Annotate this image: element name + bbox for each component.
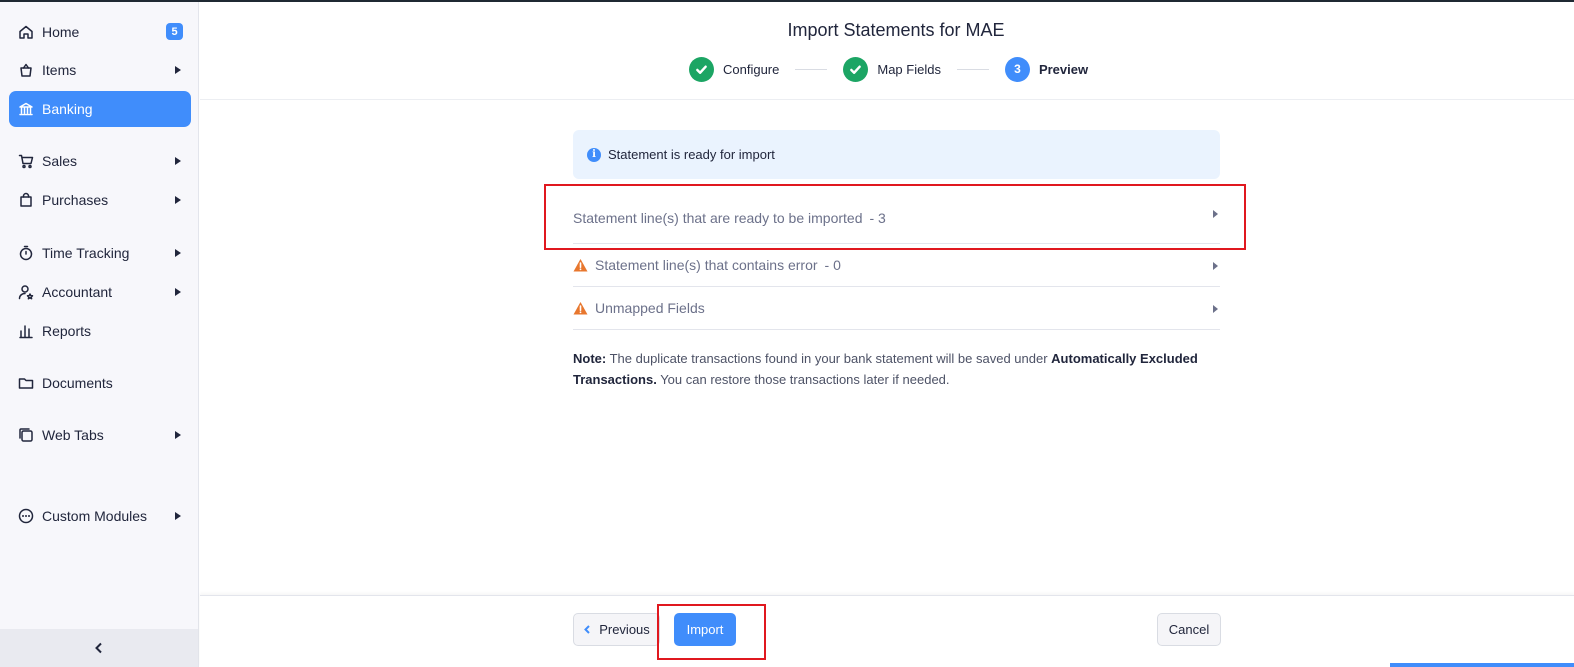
unmapped-fields-row[interactable]: Unmapped Fields (573, 287, 1220, 330)
import-label: Import (686, 622, 724, 637)
sidebar-item-label: Custom Modules (42, 508, 148, 524)
sidebar-item-label: Accountant (42, 284, 113, 300)
step-configure: Configure (689, 56, 780, 82)
error-lines-row[interactable]: Statement line(s) that contains error - … (573, 244, 1220, 287)
cancel-button[interactable]: Cancel (1157, 613, 1221, 646)
sidebar-item-time-tracking[interactable]: Time Tracking (9, 235, 191, 271)
row-count: - 3 (869, 210, 886, 226)
warning-icon (573, 259, 588, 272)
expand-arrow-icon[interactable] (175, 288, 181, 296)
step-preview: 3 Preview (1004, 56, 1089, 82)
ellipsis-circle-icon (18, 508, 34, 524)
sidebar-item-label: Purchases (42, 192, 109, 208)
expand-arrow-icon[interactable] (1213, 262, 1218, 270)
import-button[interactable]: Import (674, 613, 736, 646)
step-number: 3 (1004, 56, 1030, 82)
sidebar-item-label: Time Tracking (42, 245, 130, 261)
expand-arrow-icon[interactable] (175, 431, 181, 439)
basket-icon (18, 62, 34, 78)
step-map-fields: Map Fields (843, 56, 941, 82)
sidebar-item-label: Web Tabs (42, 427, 104, 443)
sidebar-item-sales[interactable]: Sales (9, 143, 191, 179)
row-label: Statement line(s) that are ready to be i… (573, 210, 863, 226)
sidebar-item-label: Reports (42, 323, 92, 339)
sidebar-item-documents[interactable]: Documents (9, 365, 191, 401)
row-count: - 0 (824, 257, 841, 273)
info-banner: i Statement is ready for import (573, 130, 1220, 179)
bottom-accent-strip (1390, 663, 1574, 667)
cart-icon (18, 153, 34, 169)
duplicate-transactions-note: Note: The duplicate transactions found i… (573, 348, 1220, 390)
bag-icon (18, 192, 34, 208)
stopwatch-icon (18, 245, 34, 261)
note-text: The duplicate transactions found in your… (609, 351, 1048, 366)
collapse-sidebar-button[interactable] (0, 629, 198, 667)
chevron-left-icon (584, 625, 590, 634)
row-label: Statement line(s) that contains error (595, 257, 818, 273)
step-label: Map Fields (877, 61, 941, 77)
sidebar-item-web-tabs[interactable]: Web Tabs (9, 417, 191, 453)
sidebar-item-label: Sales (42, 153, 78, 169)
sidebar-item-label: Banking (42, 101, 93, 117)
info-icon: i (587, 147, 601, 162)
note-text-end: You can restore those transactions later… (660, 372, 950, 387)
info-banner-text: Statement is ready for import (608, 147, 775, 162)
sidebar-item-accountant[interactable]: Accountant (9, 274, 191, 310)
bank-icon (18, 101, 34, 117)
expand-arrow-icon[interactable] (175, 196, 181, 204)
bar-chart-icon (18, 323, 34, 339)
ready-lines-row[interactable]: Statement line(s) that are ready to be i… (573, 179, 1220, 244)
expand-arrow-icon[interactable] (175, 249, 181, 257)
warning-icon (573, 302, 588, 315)
footer-actions: Previous Import Cancel (200, 595, 1574, 667)
step-connector (795, 68, 828, 70)
sidebar-item-banking[interactable]: Banking (9, 91, 191, 127)
sidebar-item-label: Items (42, 62, 77, 78)
tabs-icon (18, 427, 34, 443)
expand-arrow-icon[interactable] (1213, 210, 1218, 218)
home-icon (18, 24, 34, 40)
step-label: Configure (723, 61, 780, 77)
folder-icon (18, 375, 34, 391)
sidebar-item-label: Home (42, 24, 80, 40)
sidebar-item-label: Documents (42, 375, 113, 391)
expand-arrow-icon[interactable] (175, 157, 181, 165)
sidebar-item-reports[interactable]: Reports (9, 313, 191, 349)
sidebar: Home 5 Items Banking Sales Purchases Tim… (0, 2, 199, 667)
check-circle-icon (843, 56, 869, 82)
check-circle-icon (689, 56, 714, 82)
expand-arrow-icon[interactable] (1213, 305, 1218, 313)
previous-label: Previous (599, 622, 650, 637)
sidebar-item-custom-modules[interactable]: Custom Modules (9, 498, 191, 534)
step-connector (956, 68, 989, 70)
import-header: Import Statements for MAE Configure Map … (200, 2, 1574, 100)
main-content: Import Statements for MAE Configure Map … (200, 2, 1574, 667)
sidebar-item-home[interactable]: Home 5 (9, 14, 191, 50)
expand-arrow-icon[interactable] (175, 66, 181, 74)
chevron-left-icon (95, 642, 102, 654)
import-stepper: Configure Map Fields 3 Preview (689, 56, 1088, 82)
notification-count-badge: 5 (166, 23, 183, 40)
sidebar-item-items[interactable]: Items (9, 52, 191, 88)
preview-panel: i Statement is ready for import Statemen… (573, 130, 1220, 390)
accountant-icon (18, 284, 34, 300)
row-label: Unmapped Fields (595, 300, 705, 316)
step-label: Preview (1038, 61, 1089, 77)
cancel-label: Cancel (1168, 622, 1210, 637)
expand-arrow-icon[interactable] (175, 512, 181, 520)
previous-button[interactable]: Previous (573, 613, 660, 646)
page-title: Import Statements for MAE (787, 20, 1005, 40)
sidebar-item-purchases[interactable]: Purchases (9, 182, 191, 218)
note-prefix: Note: (573, 351, 607, 366)
